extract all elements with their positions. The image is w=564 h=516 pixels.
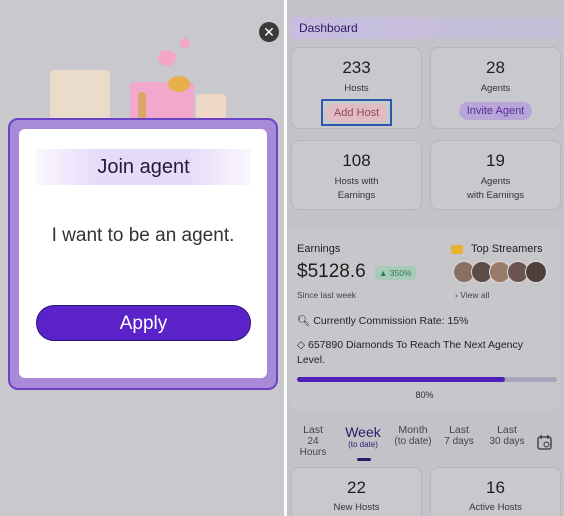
invite-agent-button[interactable]: Invite Agent xyxy=(458,102,533,120)
agents-card: 28 Agents Invite Agent xyxy=(430,47,561,129)
tab-line: Last xyxy=(303,424,323,436)
dashboard-title: Dashboard xyxy=(299,21,358,35)
growth-badge: ▲ 350% xyxy=(375,266,416,280)
agents-earnings-label: Agents with Earnings xyxy=(431,175,560,203)
progress-percent: 80% xyxy=(415,390,434,400)
tab-line: (to date) xyxy=(394,436,432,447)
earnings-card: Earnings $5128.6 ▲ 350% Since last week … xyxy=(289,228,560,410)
active-hosts-card: 16 Active Hosts xyxy=(430,467,561,516)
diamond-icon: ◇ xyxy=(297,339,306,351)
earnings-amount: $5128.6 xyxy=(297,261,366,282)
agents-earnings-card: 19 Agents with Earnings xyxy=(430,140,561,210)
agency-progress-bar xyxy=(297,377,557,382)
diamonds-text: 657890 Diamonds To Reach The Next Agency… xyxy=(297,339,523,366)
active-hosts-label: Active Hosts xyxy=(469,502,522,513)
crown-icon xyxy=(451,245,463,254)
hosts-earnings-count: 108 xyxy=(342,151,371,170)
tab-line: 7 days xyxy=(444,436,474,447)
tab-last-24-hours[interactable]: Last 24 Hours xyxy=(293,424,333,458)
earnings-title: Earnings xyxy=(297,243,341,255)
agents-earnings-count: 19 xyxy=(486,151,505,170)
tab-line: 30 days xyxy=(489,436,525,447)
dashboard-header: Dashboard xyxy=(291,17,561,39)
tab-line: (to date) xyxy=(348,440,378,449)
modal-title: Join agent xyxy=(97,156,190,178)
since-label: Since last week xyxy=(297,290,357,300)
add-host-button[interactable]: Add Host xyxy=(325,104,388,122)
tab-week[interactable]: Week (to date) xyxy=(343,424,383,449)
tab-line: Last xyxy=(449,424,469,436)
new-hosts-count: 22 xyxy=(347,478,366,497)
active-tab-indicator xyxy=(357,458,371,461)
close-icon[interactable]: ✕ xyxy=(259,22,279,42)
hosts-label: Hosts xyxy=(344,83,369,94)
hosts-count: 233 xyxy=(342,58,371,77)
join-agent-modal: Join agent I want to be an agent. Apply xyxy=(8,118,278,390)
tab-month[interactable]: Month (to date) xyxy=(393,424,433,447)
label-line: Agents xyxy=(480,176,511,187)
tab-line: 24 Hours xyxy=(299,436,327,458)
tab-line: Week xyxy=(345,424,381,440)
apply-button[interactable]: Apply xyxy=(36,305,251,341)
view-all-link[interactable]: › View all xyxy=(455,290,489,300)
tab-line: Last xyxy=(497,424,517,436)
active-hosts-count: 16 xyxy=(486,478,505,497)
dashboard-panel: Dashboard 233 Hosts Add Host 28 Agents I… xyxy=(287,0,564,516)
heart-decoration xyxy=(158,50,176,66)
commission-text: Currently Commission Rate: 15% xyxy=(313,315,469,327)
tab-last-7-days[interactable]: Last 7 days xyxy=(439,424,479,447)
avatar[interactable] xyxy=(525,261,547,283)
focus-ring: Add Host xyxy=(320,99,393,126)
overlay-panel: Join agent I want to be an agent. Apply … xyxy=(0,0,284,516)
diamonds-goal: ◇ 657890 Diamonds To Reach The Next Agen… xyxy=(297,338,552,368)
calendar-icon[interactable] xyxy=(537,434,552,450)
modal-body: Join agent I want to be an agent. Apply xyxy=(19,129,267,378)
hosts-earnings-label: Hosts with Earnings xyxy=(292,175,421,203)
period-tabs: Last 24 Hours Week (to date) Month (to d… xyxy=(287,424,564,464)
label-line: Hosts with xyxy=(334,176,379,187)
heart-decoration xyxy=(180,38,190,48)
agents-count: 28 xyxy=(486,58,505,77)
gold-ornament xyxy=(168,76,190,92)
tab-last-30-days[interactable]: Last 30 days xyxy=(485,424,529,447)
label-line: with Earnings xyxy=(466,190,525,201)
hosts-earnings-card: 108 Hosts with Earnings xyxy=(291,140,422,210)
search-icon: 🔍︎ xyxy=(297,315,311,327)
screen: Join agent I want to be an agent. Apply … xyxy=(0,0,564,516)
modal-message: I want to be an agent. xyxy=(51,225,235,246)
agents-label: Agents xyxy=(480,83,511,94)
label-line: Earnings xyxy=(337,190,376,201)
hosts-card: 233 Hosts Add Host xyxy=(291,47,422,129)
commission-rate: 🔍︎ Currently Commission Rate: 15% xyxy=(297,314,468,327)
new-hosts-label: New Hosts xyxy=(333,502,380,513)
tab-line: Month xyxy=(398,424,428,436)
top-streamers-label: Top Streamers xyxy=(471,243,543,255)
streamer-avatars xyxy=(453,261,553,285)
progress-fill xyxy=(297,377,505,382)
new-hosts-card: 22 New Hosts xyxy=(291,467,422,516)
